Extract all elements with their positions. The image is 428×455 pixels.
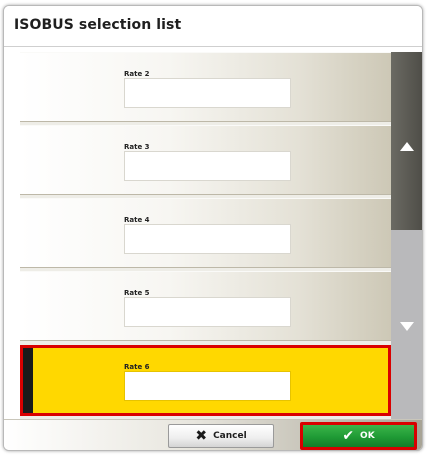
- selection-list: Rate 2 Rate 3 Rate 4 Rate 5 Rate 6: [20, 52, 391, 419]
- list-scrollbar[interactable]: [391, 52, 422, 419]
- dialog-title: ISOBUS selection list: [14, 17, 182, 33]
- dialog-footer: ✖ Cancel ✔ OK: [4, 419, 422, 450]
- list-item-rate-6-selected[interactable]: Rate 6: [20, 345, 391, 416]
- list-item-value-field: [124, 151, 291, 181]
- list-item-rate-5[interactable]: Rate 5: [20, 271, 391, 341]
- list-item-value-field: [124, 297, 291, 327]
- list-item-rate-4[interactable]: Rate 4: [20, 198, 391, 268]
- list-item-rate-3[interactable]: Rate 3: [20, 125, 391, 195]
- list-item-label: Rate 2: [124, 70, 150, 78]
- list-item-label: Rate 4: [124, 216, 150, 224]
- isobus-selection-dialog: ISOBUS selection list Rate 2 Rate 3 Rate…: [3, 5, 423, 451]
- close-icon: ✖: [195, 428, 208, 444]
- dialog-titlebar: ISOBUS selection list: [4, 6, 422, 47]
- cancel-button[interactable]: ✖ Cancel: [168, 424, 274, 448]
- scroll-up-icon[interactable]: [400, 142, 414, 151]
- selection-accent-bar: [23, 348, 33, 413]
- list-item-label: Rate 3: [124, 143, 150, 151]
- scroll-thumb[interactable]: [391, 52, 422, 230]
- list-item-value-field: [124, 224, 291, 254]
- ok-button[interactable]: ✔ OK: [300, 422, 417, 450]
- checkmark-icon: ✔: [342, 428, 355, 444]
- list-item-label: Rate 5: [124, 289, 150, 297]
- list-item-value-field: [124, 371, 291, 401]
- ok-button-label: OK: [360, 431, 375, 441]
- scroll-down-icon[interactable]: [400, 322, 414, 331]
- list-item-rate-2[interactable]: Rate 2: [20, 52, 391, 122]
- list-item-value-field: [124, 78, 291, 108]
- list-item-label: Rate 6: [124, 363, 150, 371]
- cancel-button-label: Cancel: [213, 431, 247, 441]
